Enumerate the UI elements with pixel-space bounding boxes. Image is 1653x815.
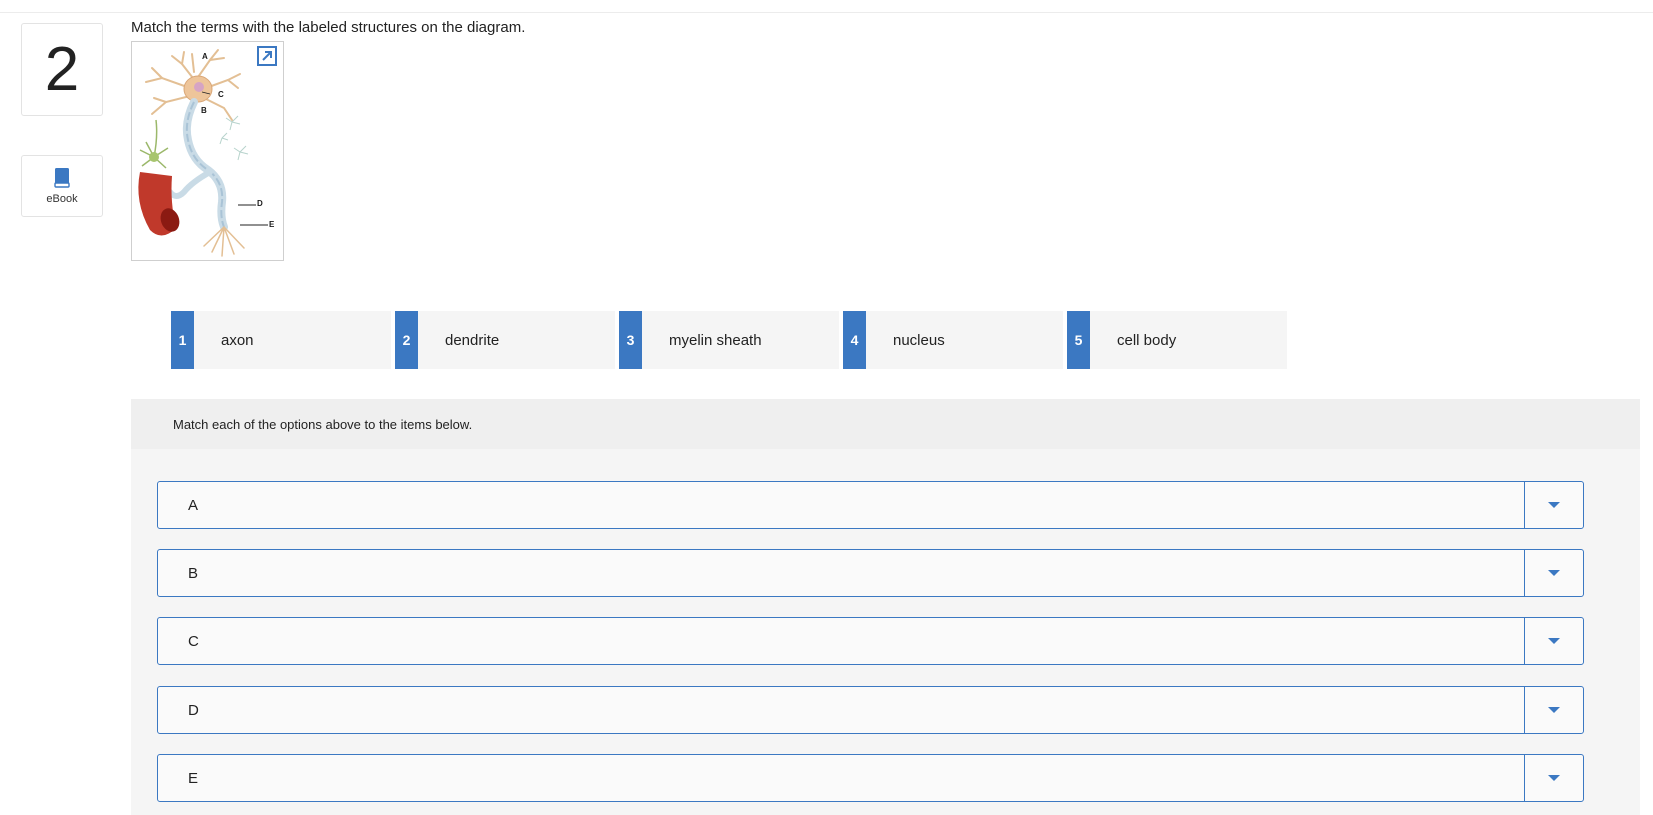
chevron-down-icon bbox=[1548, 638, 1560, 644]
match-item-label: A bbox=[188, 496, 199, 514]
dropdown-button[interactable] bbox=[1524, 618, 1583, 664]
diagram-label-c: C bbox=[218, 90, 224, 99]
option-number: 1 bbox=[171, 311, 194, 369]
match-instruction: Match each of the options above to the i… bbox=[131, 399, 1640, 449]
dropdown-button[interactable] bbox=[1524, 550, 1583, 596]
arrow-up-right-icon bbox=[262, 51, 272, 61]
option-nucleus[interactable]: 4 nucleus bbox=[843, 311, 1063, 369]
match-item-label: D bbox=[188, 701, 199, 719]
neuron-illustration bbox=[138, 49, 268, 257]
option-label: axon bbox=[221, 331, 254, 349]
chevron-down-icon bbox=[1548, 570, 1560, 576]
match-panel: Match each of the options above to the i… bbox=[131, 399, 1640, 815]
option-label: nucleus bbox=[893, 331, 945, 349]
match-item-label: B bbox=[188, 564, 199, 582]
option-dendrite[interactable]: 2 dendrite bbox=[395, 311, 615, 369]
option-cell-body[interactable]: 5 cell body bbox=[1067, 311, 1287, 369]
option-myelin-sheath[interactable]: 3 myelin sheath bbox=[619, 311, 839, 369]
option-label: dendrite bbox=[445, 331, 500, 349]
match-item-label: E bbox=[188, 769, 199, 787]
diagram-label-a: A bbox=[202, 52, 208, 61]
options-list: 1 axon 2 dendrite 3 myelin sheath 4 nucl… bbox=[171, 311, 1291, 369]
diagram-label-d: D bbox=[257, 199, 263, 208]
option-axon[interactable]: 1 axon bbox=[171, 311, 391, 369]
dropdown-button[interactable] bbox=[1524, 687, 1583, 733]
option-number: 2 bbox=[395, 311, 418, 369]
book-icon bbox=[54, 168, 70, 188]
match-row-a[interactable]: A bbox=[157, 481, 1584, 529]
question-number: 2 bbox=[21, 23, 103, 116]
chevron-down-icon bbox=[1548, 502, 1560, 508]
option-label: cell body bbox=[1117, 331, 1177, 349]
match-row-d[interactable]: D bbox=[157, 686, 1584, 734]
dropdown-button[interactable] bbox=[1524, 482, 1583, 528]
chevron-down-icon bbox=[1548, 775, 1560, 781]
option-label: myelin sheath bbox=[669, 331, 762, 349]
dropdown-button[interactable] bbox=[1524, 755, 1583, 801]
match-row-e[interactable]: E bbox=[157, 754, 1584, 802]
match-item-label: C bbox=[188, 632, 199, 650]
option-number: 4 bbox=[843, 311, 866, 369]
neuron-diagram[interactable]: A B C D E bbox=[131, 41, 284, 261]
match-row-c[interactable]: C bbox=[157, 617, 1584, 665]
chevron-down-icon bbox=[1548, 707, 1560, 713]
match-row-b[interactable]: B bbox=[157, 549, 1584, 597]
option-number: 5 bbox=[1067, 311, 1090, 369]
question-prompt: Match the terms with the labeled structu… bbox=[131, 19, 526, 36]
diagram-label-b: B bbox=[201, 106, 207, 115]
ebook-button[interactable]: eBook bbox=[21, 155, 103, 217]
diagram-label-e: E bbox=[269, 220, 275, 229]
top-divider bbox=[0, 12, 1653, 13]
expand-icon[interactable] bbox=[257, 46, 277, 66]
ebook-label: eBook bbox=[46, 193, 78, 205]
option-number: 3 bbox=[619, 311, 642, 369]
